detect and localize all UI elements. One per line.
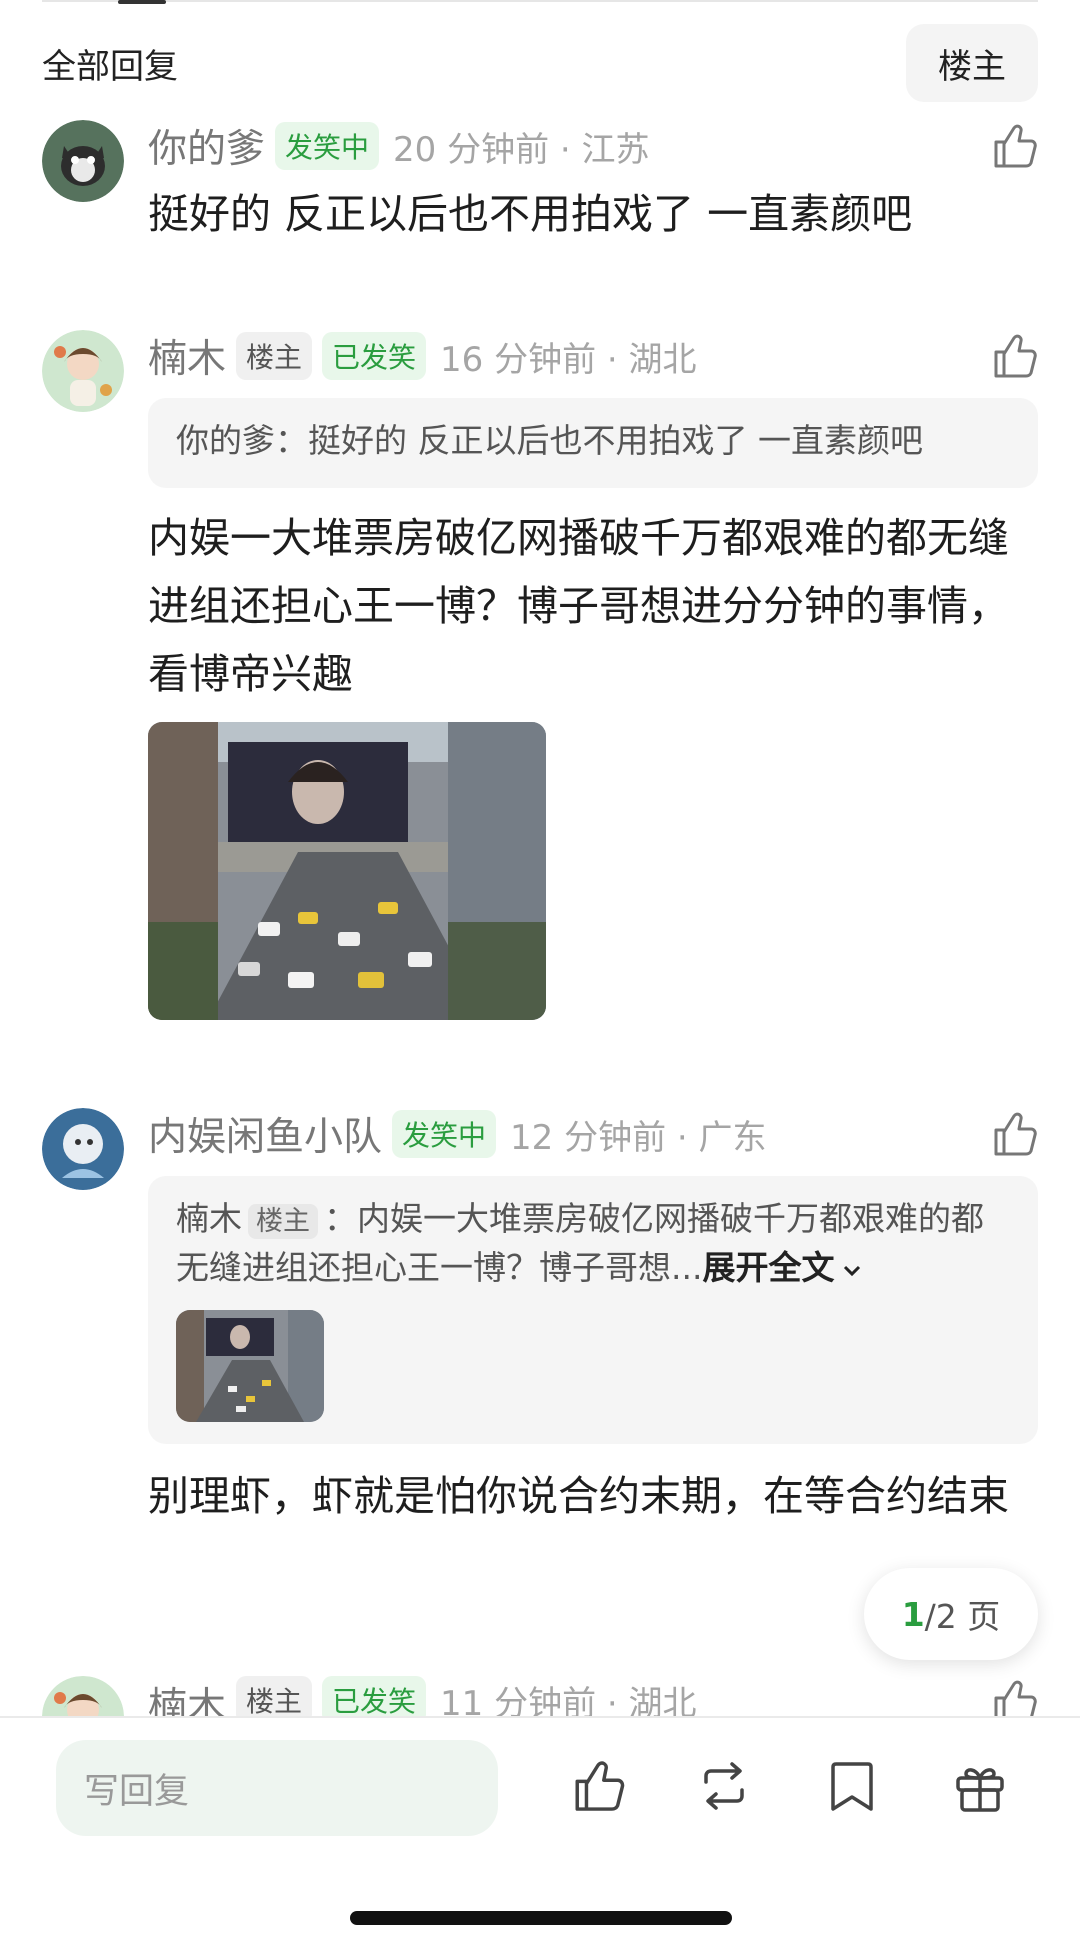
expand-full-text-link[interactable]: 展开全文: [702, 1248, 864, 1287]
thumbs-up-icon[interactable]: [988, 330, 1040, 382]
status-badge: 已发笑: [322, 332, 427, 380]
avatar[interactable]: [42, 1676, 124, 1716]
quote-separator: ：: [324, 1199, 357, 1238]
avatar[interactable]: [42, 330, 124, 412]
top-divider: [42, 0, 1038, 2]
status-badge: 发笑中: [275, 122, 380, 170]
comment-text: 内娱一大堆票房破亿网播破千万都艰难的都无缝进组还担心王一博？博子哥想进分分钟的事…: [148, 514, 1009, 698]
thumbs-up-icon[interactable]: [568, 1756, 628, 1816]
bottom-action-bar: 写回复: [0, 1716, 1080, 1946]
username[interactable]: 你的爹: [148, 118, 265, 174]
thumbs-up-icon[interactable]: [988, 120, 1040, 172]
comment-text: 别理虾，虾就是怕你说合约末期，在等合约结束: [148, 1472, 1009, 1520]
chevron-down-icon: [844, 1265, 861, 1276]
bookmark-icon[interactable]: [822, 1756, 882, 1816]
time-location: 16 分钟前 · 湖北: [440, 339, 697, 380]
quote-author: 你的爹: [176, 421, 275, 460]
status-badge: 已发笑: [322, 1676, 427, 1716]
avatar[interactable]: [42, 120, 124, 202]
current-page: 1: [901, 1594, 925, 1634]
time-location: 20 分钟前 · 江苏: [393, 129, 650, 170]
username[interactable]: 楠木: [148, 1676, 226, 1716]
op-only-filter-button[interactable]: 楼主: [906, 24, 1038, 102]
username[interactable]: 内娱闲鱼小队: [148, 1106, 382, 1162]
time-location: 12 分钟前 · 广东: [510, 1117, 767, 1158]
quote-author: 楠木: [176, 1199, 242, 1238]
comment-image[interactable]: [148, 722, 546, 1020]
quoted-reply[interactable]: 你的爹：挺好的 反正以后也不用拍戏了 一直素颜吧: [148, 398, 1038, 488]
comment-text: 挺好的 反正以后也不用拍戏了 一直素颜吧: [148, 190, 913, 238]
avatar[interactable]: [42, 1108, 124, 1190]
quote-image[interactable]: [176, 1310, 324, 1422]
quote-text: 楠木 楼主 ：内娱一大堆票房破亿网播破千万都艰难的都无缝进组还担心王一博？博子哥想.…: [176, 1196, 1016, 1291]
op-badge: 楼主: [236, 332, 313, 380]
op-badge: 楼主: [248, 1204, 318, 1239]
quote-text: 你的爹：挺好的 反正以后也不用拍戏了 一直素颜吧: [176, 418, 1010, 464]
comment-meta: 楠木 楼主 已发笑 11 分钟前 · 湖北: [148, 1676, 697, 1716]
thumbs-up-icon[interactable]: [988, 1676, 1040, 1716]
quote-separator: ：: [275, 421, 308, 460]
username[interactable]: 楠木: [148, 328, 226, 384]
time-location: 11 分钟前 · 湖北: [440, 1684, 697, 1716]
page-total: /2 页: [924, 1597, 1001, 1636]
tab-indicator: [118, 0, 166, 4]
quoted-reply[interactable]: 楠木 楼主 ：内娱一大堆票房破亿网播破千万都艰难的都无缝进组还担心王一博？博子哥想.…: [148, 1176, 1038, 1444]
comment-meta: 内娱闲鱼小队 发笑中 12 分钟前 · 广东: [148, 1108, 767, 1160]
gift-icon[interactable]: [950, 1756, 1010, 1816]
expand-label: 展开全文: [702, 1248, 835, 1287]
section-title: 全部回复: [42, 46, 178, 87]
page-indicator[interactable]: 1/2 页: [864, 1568, 1038, 1660]
thumbs-up-icon[interactable]: [988, 1108, 1040, 1160]
replies-header: 全部回复 楼主: [42, 24, 1038, 102]
home-indicator: [350, 1911, 732, 1925]
reply-input[interactable]: 写回复: [56, 1740, 498, 1836]
comment-meta: 楠木 楼主 已发笑 16 分钟前 · 湖北: [148, 330, 697, 382]
like-button[interactable]: [988, 1676, 1040, 1716]
quote-content: 挺好的 反正以后也不用拍戏了 一直素颜吧: [308, 421, 923, 460]
op-badge: 楼主: [236, 1676, 313, 1716]
repost-icon[interactable]: [694, 1756, 754, 1816]
comment-meta: 你的爹 发笑中 20 分钟前 · 江苏: [148, 120, 650, 172]
status-badge: 发笑中: [392, 1110, 497, 1158]
